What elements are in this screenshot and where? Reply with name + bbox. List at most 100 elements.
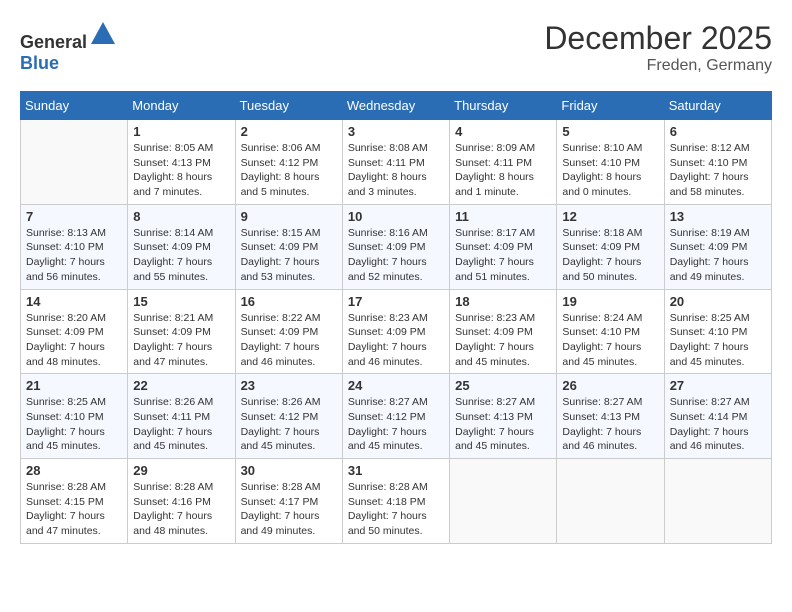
calendar-cell: 11Sunrise: 8:17 AMSunset: 4:09 PMDayligh… xyxy=(450,204,557,289)
day-number: 19 xyxy=(562,294,658,309)
day-info-line: Sunrise: 8:15 AM xyxy=(241,226,337,241)
day-number: 24 xyxy=(348,378,444,393)
day-info-line: and 3 minutes. xyxy=(348,185,444,200)
day-number: 2 xyxy=(241,124,337,139)
day-info-line: Sunrise: 8:10 AM xyxy=(562,141,658,156)
day-info-line: Daylight: 7 hours xyxy=(670,255,766,270)
month-year-title: December 2025 xyxy=(544,20,772,57)
col-header-sunday: Sunday xyxy=(21,92,128,120)
calendar-cell: 5Sunrise: 8:10 AMSunset: 4:10 PMDaylight… xyxy=(557,120,664,205)
day-info-line: Sunset: 4:09 PM xyxy=(133,240,229,255)
calendar-cell xyxy=(557,459,664,544)
day-info-line: Sunrise: 8:28 AM xyxy=(348,480,444,495)
calendar-cell: 27Sunrise: 8:27 AMSunset: 4:14 PMDayligh… xyxy=(664,374,771,459)
day-info-line: Sunset: 4:17 PM xyxy=(241,495,337,510)
day-info-line: Sunset: 4:14 PM xyxy=(670,410,766,425)
calendar-cell: 24Sunrise: 8:27 AMSunset: 4:12 PMDayligh… xyxy=(342,374,449,459)
day-info-line: Sunrise: 8:27 AM xyxy=(455,395,551,410)
day-info-line: Sunset: 4:12 PM xyxy=(348,410,444,425)
calendar-cell: 22Sunrise: 8:26 AMSunset: 4:11 PMDayligh… xyxy=(128,374,235,459)
day-info-line: Daylight: 8 hours xyxy=(455,170,551,185)
day-info-line: Sunset: 4:09 PM xyxy=(241,240,337,255)
day-number: 10 xyxy=(348,209,444,224)
day-info-line: Daylight: 7 hours xyxy=(133,509,229,524)
day-info-line: and 7 minutes. xyxy=(133,185,229,200)
day-info-line: Daylight: 7 hours xyxy=(348,509,444,524)
day-number: 6 xyxy=(670,124,766,139)
day-info-line: Sunrise: 8:28 AM xyxy=(133,480,229,495)
calendar-cell: 13 Sunrise: 8:19 AMSunset: 4:09 PMDayligh… xyxy=(664,204,771,289)
day-number: 13 xyxy=(670,209,766,224)
day-info-line: Daylight: 7 hours xyxy=(455,340,551,355)
day-info-line: Sunrise: 8:13 AM xyxy=(26,226,122,241)
calendar-table: SundayMondayTuesdayWednesdayThursdayFrid… xyxy=(20,91,772,544)
day-info-line: Sunrise: 8:08 AM xyxy=(348,141,444,156)
day-info-line: Daylight: 7 hours xyxy=(133,255,229,270)
day-info-line: and 0 minutes. xyxy=(562,185,658,200)
calendar-cell: 9 Sunrise: 8:15 AMSunset: 4:09 PMDaylight… xyxy=(235,204,342,289)
calendar-cell: 12Sunrise: 8:18 AMSunset: 4:09 PMDayligh… xyxy=(557,204,664,289)
day-info-line: Sunset: 4:09 PM xyxy=(241,325,337,340)
calendar-cell: 30Sunrise: 8:28 AMSunset: 4:17 PMDayligh… xyxy=(235,459,342,544)
day-info-line: Sunrise: 8:14 AM xyxy=(133,226,229,241)
day-info-line: Sunset: 4:11 PM xyxy=(133,410,229,425)
calendar-cell: 18Sunrise: 8:23 AMSunset: 4:09 PMDayligh… xyxy=(450,289,557,374)
day-info-line: Daylight: 7 hours xyxy=(241,255,337,270)
calendar-cell xyxy=(21,120,128,205)
day-number: 27 xyxy=(670,378,766,393)
calendar-cell: 15Sunrise: 8:21 AMSunset: 4:09 PMDayligh… xyxy=(128,289,235,374)
day-info-line: and 53 minutes. xyxy=(241,270,337,285)
col-header-wednesday: Wednesday xyxy=(342,92,449,120)
calendar-cell: 31Sunrise: 8:28 AMSunset: 4:18 PMDayligh… xyxy=(342,459,449,544)
day-info-line: Sunset: 4:09 PM xyxy=(670,240,766,255)
day-info-line: Sunset: 4:12 PM xyxy=(241,410,337,425)
calendar-cell: 6Sunrise: 8:12 AMSunset: 4:10 PMDaylight… xyxy=(664,120,771,205)
calendar-cell: 25Sunrise: 8:27 AMSunset: 4:13 PMDayligh… xyxy=(450,374,557,459)
calendar-cell: 21Sunrise: 8:25 AMSunset: 4:10 PMDayligh… xyxy=(21,374,128,459)
day-info-line: and 48 minutes. xyxy=(133,524,229,539)
day-info-line: and 45 minutes. xyxy=(133,439,229,454)
day-info-line: and 1 minute. xyxy=(455,185,551,200)
day-info-line: Daylight: 7 hours xyxy=(670,425,766,440)
calendar-cell: 26Sunrise: 8:27 AMSunset: 4:13 PMDayligh… xyxy=(557,374,664,459)
day-info-line: Sunset: 4:13 PM xyxy=(455,410,551,425)
day-info-line: Sunrise: 8:27 AM xyxy=(348,395,444,410)
logo-general: General xyxy=(20,32,87,52)
day-info-line: Sunset: 4:10 PM xyxy=(26,240,122,255)
day-info-line: and 45 minutes. xyxy=(26,439,122,454)
day-number: 1 xyxy=(133,124,229,139)
day-info-line: Sunset: 4:10 PM xyxy=(670,156,766,171)
day-info-line: and 55 minutes. xyxy=(133,270,229,285)
day-info-line: and 45 minutes. xyxy=(455,355,551,370)
day-info-line: Daylight: 7 hours xyxy=(241,340,337,355)
calendar-cell: 4Sunrise: 8:09 AMSunset: 4:11 PMDaylight… xyxy=(450,120,557,205)
day-info-line: Sunset: 4:10 PM xyxy=(670,325,766,340)
day-info-line: and 49 minutes. xyxy=(670,270,766,285)
day-info-line: Daylight: 8 hours xyxy=(348,170,444,185)
day-info-line: Sunrise: 8:06 AM xyxy=(241,141,337,156)
day-info-line: Daylight: 7 hours xyxy=(26,255,122,270)
day-info-line: Daylight: 7 hours xyxy=(455,255,551,270)
calendar-cell: 17Sunrise: 8:23 AMSunset: 4:09 PMDayligh… xyxy=(342,289,449,374)
day-info-line: and 45 minutes. xyxy=(455,439,551,454)
day-info-line: Sunrise: 8:16 AM xyxy=(348,226,444,241)
day-info-line: Sunrise: 8:25 AM xyxy=(26,395,122,410)
calendar-cell: 7Sunrise: 8:13 AMSunset: 4:10 PMDaylight… xyxy=(21,204,128,289)
day-info-line: and 46 minutes. xyxy=(241,355,337,370)
day-info-line: Sunset: 4:16 PM xyxy=(133,495,229,510)
day-info-line: and 45 minutes. xyxy=(348,439,444,454)
col-header-thursday: Thursday xyxy=(450,92,557,120)
day-number: 9 xyxy=(241,209,337,224)
day-info-line: Sunset: 4:15 PM xyxy=(26,495,122,510)
title-block: December 2025 Freden, Germany xyxy=(544,20,772,75)
day-info-line: Daylight: 7 hours xyxy=(670,340,766,355)
day-number: 18 xyxy=(455,294,551,309)
calendar-cell: 20Sunrise: 8:25 AMSunset: 4:10 PMDayligh… xyxy=(664,289,771,374)
day-number: 5 xyxy=(562,124,658,139)
day-info-line: Sunrise: 8:23 AM xyxy=(348,311,444,326)
day-info-line: Daylight: 7 hours xyxy=(241,425,337,440)
day-info-line: Sunrise: 8:19 AM xyxy=(670,226,766,241)
day-info-line: Sunset: 4:09 PM xyxy=(348,240,444,255)
day-number: 8 xyxy=(133,209,229,224)
day-number: 23 xyxy=(241,378,337,393)
